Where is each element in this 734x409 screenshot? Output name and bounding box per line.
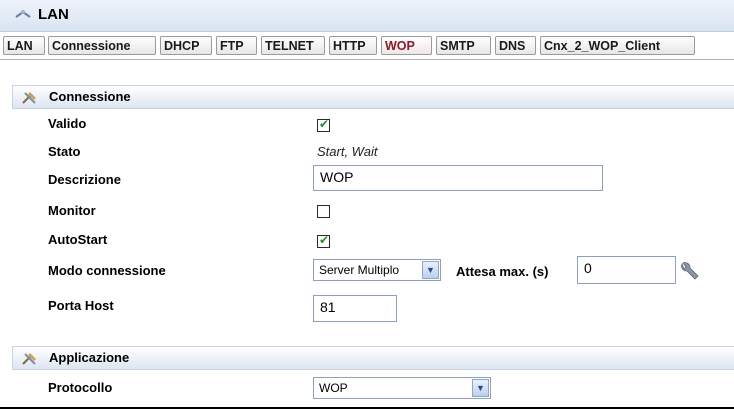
check-mark: ✔ [319,117,330,131]
modo-connessione-value: Server Multiplo [319,263,400,277]
autostart-label: AutoStart [48,232,108,247]
section-connessione-header: Connessione [12,85,734,109]
window-titlebar: LAN [0,0,734,32]
tab-connessione[interactable]: Connessione [48,36,156,55]
tab-cnx-2-wop-client[interactable]: Cnx_2_WOP_Client [540,36,695,55]
stato-label: Stato [48,144,81,159]
protocollo-value: WOP [319,381,348,395]
tools-icon [22,92,36,104]
monitor-label: Monitor [48,203,96,218]
autostart-checkbox[interactable]: ✔ [317,233,330,248]
modo-connessione-select[interactable]: Server Multiplo ▼ [313,259,441,281]
descrizione-label: Descrizione [48,172,121,187]
descrizione-field[interactable]: WOP [313,165,603,191]
network-icon [15,10,31,18]
attesa-field[interactable]: 0 [577,256,676,284]
check-mark: ✔ [319,233,330,247]
monitor-checkbox[interactable] [317,205,330,218]
tab-http[interactable]: HTTP [329,36,377,55]
tab-lan[interactable]: LAN [3,36,45,55]
stato-value: Start, Wait [317,144,378,159]
tab-wop[interactable]: WOP [381,36,432,55]
window-title: LAN [38,6,69,23]
wrench-icon[interactable] [677,261,701,283]
valido-label: Valido [48,116,87,131]
protocollo-select[interactable]: WOP ▼ [313,377,491,399]
chevron-down-icon: ▼ [422,261,439,279]
tab-dhcp[interactable]: DHCP [160,36,212,55]
section-connessione-title: Connessione [49,89,131,104]
tools-icon [22,353,36,365]
porta-host-field[interactable]: 81 [313,295,397,322]
tab-telnet[interactable]: TELNET [261,36,325,55]
modo-connessione-label: Modo connessione [48,263,166,278]
chevron-down-icon: ▼ [472,379,489,397]
valido-checkbox[interactable]: ✔ [317,117,330,132]
tab-bar: LAN Connessione DHCP FTP TELNET HTTP WOP… [0,33,734,60]
section-applicazione-header: Applicazione [12,346,734,370]
section-applicazione-title: Applicazione [49,350,130,365]
tab-ftp[interactable]: FTP [216,36,257,55]
porta-host-label: Porta Host [48,298,114,313]
tab-smtp[interactable]: SMTP [436,36,491,55]
protocollo-label: Protocollo [48,380,113,395]
tab-dns[interactable]: DNS [495,36,536,55]
attesa-label: Attesa max. (s) [456,264,549,279]
